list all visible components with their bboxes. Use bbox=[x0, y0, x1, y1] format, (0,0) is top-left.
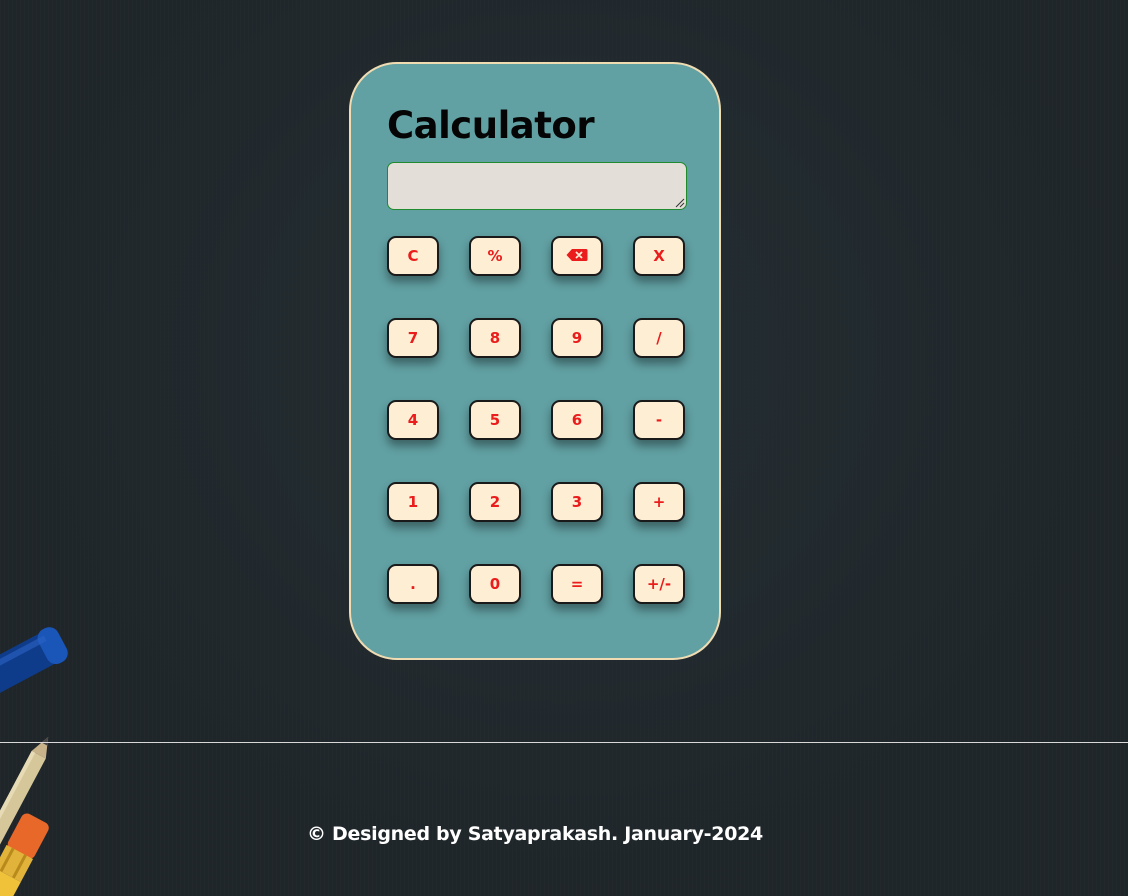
digit-7-button[interactable]: 7 bbox=[387, 318, 439, 358]
digit-2-button[interactable]: 2 bbox=[469, 482, 521, 522]
key-label: 4 bbox=[407, 411, 419, 429]
decimal-button[interactable]: . bbox=[387, 564, 439, 604]
digit-3-button[interactable]: 3 bbox=[551, 482, 603, 522]
key-label: = bbox=[570, 575, 584, 593]
subtract-button[interactable]: - bbox=[633, 400, 685, 440]
key-label: 0 bbox=[489, 575, 501, 593]
key-label: X bbox=[653, 247, 665, 265]
add-button[interactable]: + bbox=[633, 482, 685, 522]
negate-button[interactable]: +/- bbox=[633, 564, 685, 604]
calculator-title: Calculator bbox=[387, 104, 595, 147]
digit-8-button[interactable]: 8 bbox=[469, 318, 521, 358]
divide-button[interactable]: / bbox=[633, 318, 685, 358]
footer-credit: © Designed by Satyaprakash. January-2024 bbox=[307, 823, 763, 845]
key-label: . bbox=[410, 575, 416, 593]
key-label: % bbox=[487, 247, 503, 265]
digit-4-button[interactable]: 4 bbox=[387, 400, 439, 440]
calculator-display[interactable] bbox=[387, 162, 687, 210]
key-label: 6 bbox=[571, 411, 583, 429]
key-label: / bbox=[656, 329, 662, 347]
pencils-image bbox=[0, 627, 68, 896]
footer-divider bbox=[0, 742, 1128, 743]
calculator-card: Calculator C% X 7 8 9 / 4 5 6 - 1 2 3 +. 0 = +/- bbox=[349, 62, 721, 660]
equals-button[interactable]: = bbox=[551, 564, 603, 604]
key-label: C bbox=[407, 247, 419, 265]
stationery-decoration bbox=[0, 600, 80, 896]
key-label: 2 bbox=[489, 493, 501, 511]
key-label: +/- bbox=[646, 575, 672, 593]
digit-5-button[interactable]: 5 bbox=[469, 400, 521, 440]
key-label: 1 bbox=[407, 493, 419, 511]
digit-9-button[interactable]: 9 bbox=[551, 318, 603, 358]
keypad: C% X 7 8 9 / 4 5 6 - 1 2 3 +. 0 = +/- bbox=[387, 236, 687, 606]
backspace-button[interactable] bbox=[551, 236, 603, 276]
multiply-button[interactable]: X bbox=[633, 236, 685, 276]
clear-button[interactable]: C bbox=[387, 236, 439, 276]
key-label: 7 bbox=[407, 329, 419, 347]
key-label: + bbox=[652, 493, 666, 511]
digit-0-button[interactable]: 0 bbox=[469, 564, 521, 604]
key-label: 3 bbox=[571, 493, 583, 511]
key-label: 9 bbox=[571, 329, 583, 347]
digit-1-button[interactable]: 1 bbox=[387, 482, 439, 522]
backspace-icon bbox=[566, 249, 588, 261]
digit-6-button[interactable]: 6 bbox=[551, 400, 603, 440]
key-label: 5 bbox=[489, 411, 501, 429]
key-label: 8 bbox=[489, 329, 501, 347]
key-label: - bbox=[655, 411, 663, 429]
resize-grip-icon[interactable] bbox=[675, 198, 685, 208]
percent-button[interactable]: % bbox=[469, 236, 521, 276]
